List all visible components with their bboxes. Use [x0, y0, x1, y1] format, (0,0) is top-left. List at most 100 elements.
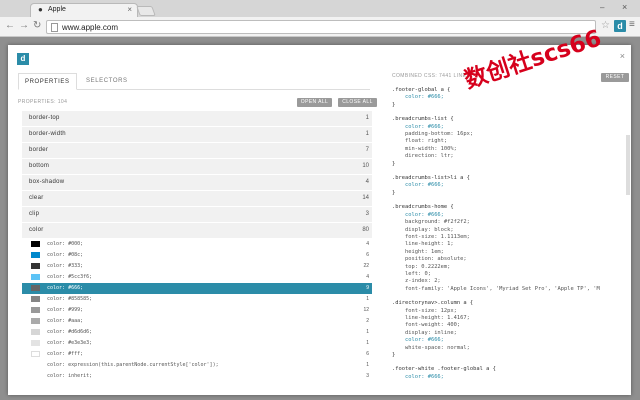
- css-code-line: padding-bottom: 16px;: [392, 131, 474, 138]
- css-code-line: color: #666;: [392, 337, 444, 344]
- property-name: border-top: [29, 115, 60, 121]
- bookmark-star-icon[interactable]: ☆: [601, 20, 610, 31]
- color-value-count: 6: [366, 252, 369, 258]
- css-code-line: .footer-white .footer-global a {: [392, 366, 496, 373]
- color-value-text: color: #000;: [47, 241, 84, 247]
- css-code-line: line-height: 1.4167;: [392, 314, 470, 321]
- address-bar[interactable]: www.apple.com: [46, 20, 596, 34]
- tab-properties[interactable]: PROPERTIES: [18, 73, 77, 90]
- reload-icon[interactable]: ↻: [33, 20, 41, 31]
- combined-css-pane: COMBINED CSS: 7441 LINES RESET .footer-g…: [390, 73, 629, 395]
- browser-tab[interactable]: ● Apple ×: [30, 3, 138, 17]
- apple-icon: ●: [38, 5, 43, 14]
- property-name: border-width: [29, 131, 66, 137]
- property-row[interactable]: clip 3: [22, 207, 372, 223]
- color-value-count: 3: [366, 373, 369, 379]
- css-code-line: display: block;: [392, 226, 454, 233]
- open-all-button[interactable]: OPEN ALL: [297, 98, 332, 107]
- color-value-row[interactable]: color: #666; 9: [22, 283, 372, 294]
- property-name: bottom: [29, 163, 50, 169]
- window-close-icon[interactable]: ×: [622, 2, 627, 12]
- color-value-count: 1: [366, 296, 369, 302]
- scrollbar[interactable]: [626, 135, 630, 195]
- color-value-row[interactable]: color: #08c; 6: [22, 250, 372, 261]
- css-code-line: float: right;: [392, 138, 448, 145]
- color-value-count: 1: [366, 362, 369, 368]
- css-code-line: line-height: 1;: [392, 241, 454, 248]
- css-code-line: color: #666;: [392, 123, 444, 130]
- css-code-line: font-family: 'Apple Icons', 'Myriad Set …: [392, 285, 600, 292]
- forward-icon[interactable]: →: [19, 20, 29, 31]
- css-code-line: font-size: 12px;: [392, 307, 457, 314]
- extension-icon[interactable]: d: [614, 20, 626, 32]
- panel-close-icon[interactable]: ×: [620, 51, 625, 61]
- color-value-list: color: #000; 4 color: #08c; 6 color: #333; 22…: [22, 239, 372, 382]
- reset-button[interactable]: RESET: [601, 73, 629, 82]
- property-row[interactable]: border-width 1: [22, 127, 372, 143]
- color-value-text: color: #aaa;: [47, 318, 84, 324]
- color-value-row[interactable]: color: #333; 22: [22, 261, 372, 272]
- color-value-text: color: #d6d6d6;: [47, 329, 93, 335]
- css-code-line: min-width: 100%;: [392, 145, 457, 152]
- property-row[interactable]: clear 14: [22, 191, 372, 207]
- css-code-line: }: [392, 160, 396, 167]
- property-count-value: 10: [362, 163, 369, 169]
- css-code-line: .footer-global a {: [392, 87, 451, 93]
- back-icon[interactable]: ←: [5, 20, 15, 31]
- css-rule-block: .footer-white .footer-global a { color: …: [392, 366, 624, 381]
- css-code-line: z-index: 2;: [392, 278, 441, 285]
- color-value-text: color: #fff;: [47, 351, 84, 357]
- property-count-value: 4: [365, 179, 369, 185]
- property-row[interactable]: color 80: [22, 223, 372, 239]
- color-value-row[interactable]: color: #858585; 1: [22, 294, 372, 305]
- css-code-line: .breadcrumbs-list>li a {: [392, 175, 470, 182]
- combined-css-title: COMBINED CSS: 7441 LINES: [392, 73, 470, 79]
- property-row[interactable]: box-shadow 4: [22, 175, 372, 191]
- css-code-line: .breadcrumbs-home {: [392, 204, 454, 211]
- css-rule-block: .breadcrumbs-home { color: #666; backgro…: [392, 204, 624, 293]
- color-value-row[interactable]: color: #aaa; 2: [22, 316, 372, 327]
- new-tab-button[interactable]: [136, 6, 156, 16]
- color-value-row[interactable]: color: #000; 4: [22, 239, 372, 250]
- property-count: PROPERTIES: 104: [18, 99, 68, 105]
- color-value-row[interactable]: color: expression(this.parentNode.curren…: [22, 360, 372, 371]
- property-row[interactable]: border 7: [22, 143, 372, 159]
- property-row[interactable]: border-top 1: [22, 111, 372, 127]
- color-swatch: [31, 340, 40, 346]
- color-swatch: [31, 307, 40, 313]
- tab-selectors[interactable]: SELECTORS: [80, 73, 134, 90]
- color-value-row[interactable]: color: inherit; 3: [22, 371, 372, 382]
- color-value-text: color: #858585;: [47, 296, 93, 302]
- css-code-line: left: 0;: [392, 270, 431, 277]
- menu-icon[interactable]: ≡: [629, 19, 635, 30]
- css-code-line: color: #666;: [392, 94, 444, 101]
- color-value-row[interactable]: color: #999; 12: [22, 305, 372, 316]
- color-swatch: [31, 329, 40, 335]
- property-count-value: 3: [365, 211, 369, 217]
- color-value-text: color: #08c;: [47, 252, 84, 258]
- css-code-line: font-size: 1.1113em;: [392, 233, 470, 240]
- css-code-line: }: [392, 352, 396, 358]
- css-code-line: top: 0.2222em;: [392, 263, 451, 270]
- color-swatch: [31, 274, 40, 280]
- close-all-button[interactable]: CLOSE ALL: [338, 98, 377, 107]
- css-code-line: color: #666;: [392, 182, 444, 189]
- color-value-row[interactable]: color: #d6d6d6; 1: [22, 327, 372, 338]
- properties-pane: PROPERTIES SELECTORS PROPERTIES: 104 OPE…: [16, 73, 377, 395]
- color-value-text: color: inherit;: [47, 373, 93, 379]
- property-row[interactable]: bottom 10: [22, 159, 372, 175]
- minimize-icon[interactable]: –: [600, 3, 604, 12]
- color-value-count: 1: [366, 329, 369, 335]
- css-code-line: color: #666;: [392, 373, 444, 380]
- tab-title: Apple: [48, 6, 66, 13]
- color-value-text: color: expression(this.parentNode.curren…: [47, 362, 219, 368]
- color-value-count: 1: [366, 340, 369, 346]
- css-rule-block: .footer-global a { color: #666;}: [392, 87, 624, 109]
- css-code-line: .directorynav>.column a {: [392, 300, 474, 307]
- property-name: color: [29, 227, 44, 233]
- tab-close-icon[interactable]: ×: [127, 5, 132, 14]
- color-value-row[interactable]: color: #5cc3f6; 4: [22, 272, 372, 283]
- url-text[interactable]: www.apple.com: [62, 23, 118, 32]
- color-value-row[interactable]: color: #fff; 6: [22, 349, 372, 360]
- color-value-row[interactable]: color: #e3e3e3; 1: [22, 338, 372, 349]
